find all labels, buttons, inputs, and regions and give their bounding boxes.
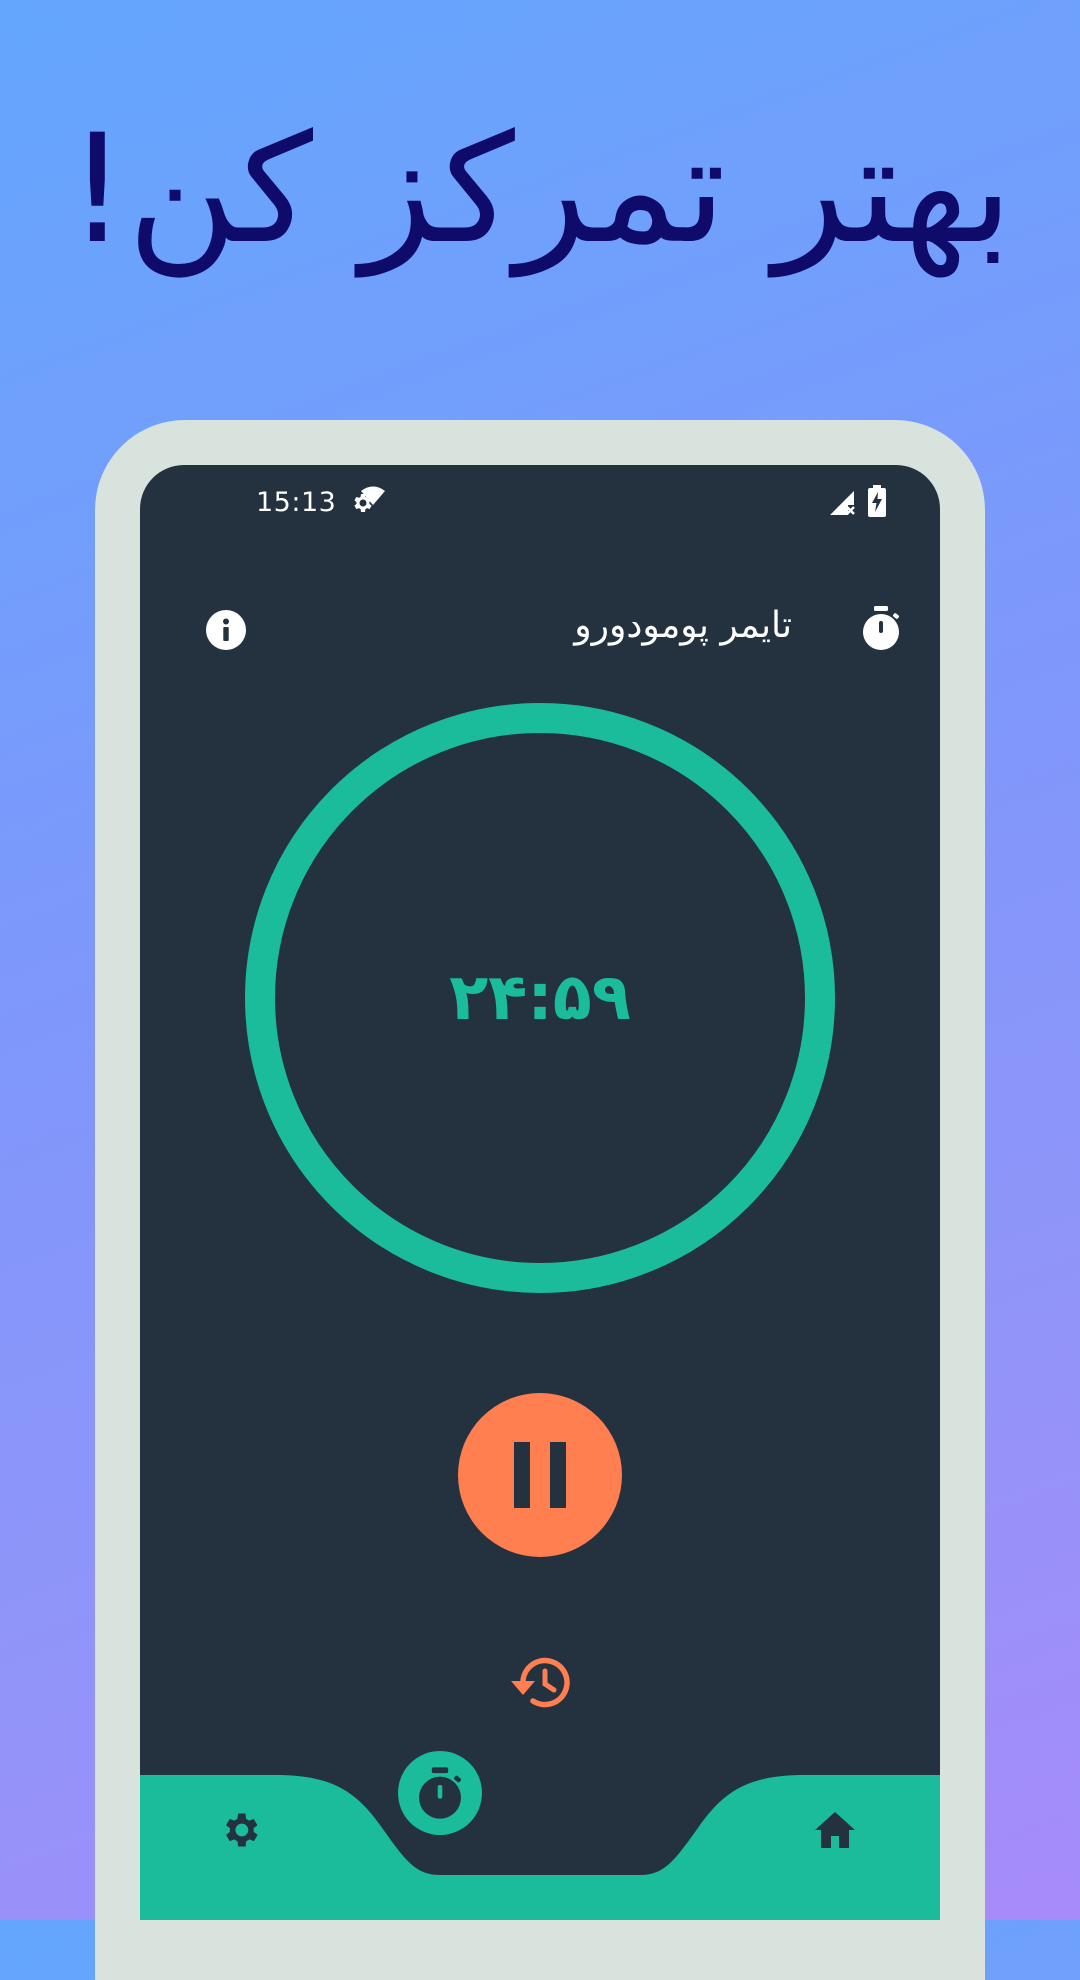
home-icon: [815, 1812, 855, 1848]
stopwatch-icon: [863, 606, 899, 650]
status-time: 15:13: [256, 487, 337, 518]
nav-item-home[interactable]: [810, 1805, 860, 1855]
restore-history-icon: [511, 1657, 570, 1708]
wifi-icon: [360, 485, 386, 511]
info-button[interactable]: [203, 607, 249, 653]
timer-display: ۲۴:۵۹: [449, 961, 631, 1035]
promo-headline: بهتر تمرکز کن!: [67, 103, 1013, 277]
info-icon: [206, 610, 246, 650]
stopwatch-button[interactable]: [858, 603, 904, 653]
nav-item-timer[interactable]: [398, 1751, 482, 1835]
status-bar: 15:13: [140, 465, 940, 540]
pause-icon: [514, 1442, 566, 1508]
signal-no-sim-icon: [828, 489, 856, 521]
stopwatch-icon: [419, 1767, 461, 1819]
app-title: تایمر پومودورو: [574, 605, 792, 646]
app-bar: تایمر پومودورو: [140, 585, 940, 675]
settings-icon: [226, 1813, 258, 1847]
timer-ring: ۲۴:۵۹: [245, 703, 835, 1293]
battery-charging-icon: [868, 485, 886, 521]
nav-item-settings[interactable]: [215, 1805, 265, 1855]
reset-button[interactable]: [505, 1648, 575, 1718]
pause-button[interactable]: [458, 1393, 622, 1557]
bottom-navigation: [140, 1751, 940, 1920]
nav-item-stats[interactable]: [615, 1807, 665, 1857]
app-screen: 15:13 تایمر پومودورو ۲۴:۵۹: [140, 465, 940, 1920]
bar-chart-icon: [625, 1817, 655, 1847]
